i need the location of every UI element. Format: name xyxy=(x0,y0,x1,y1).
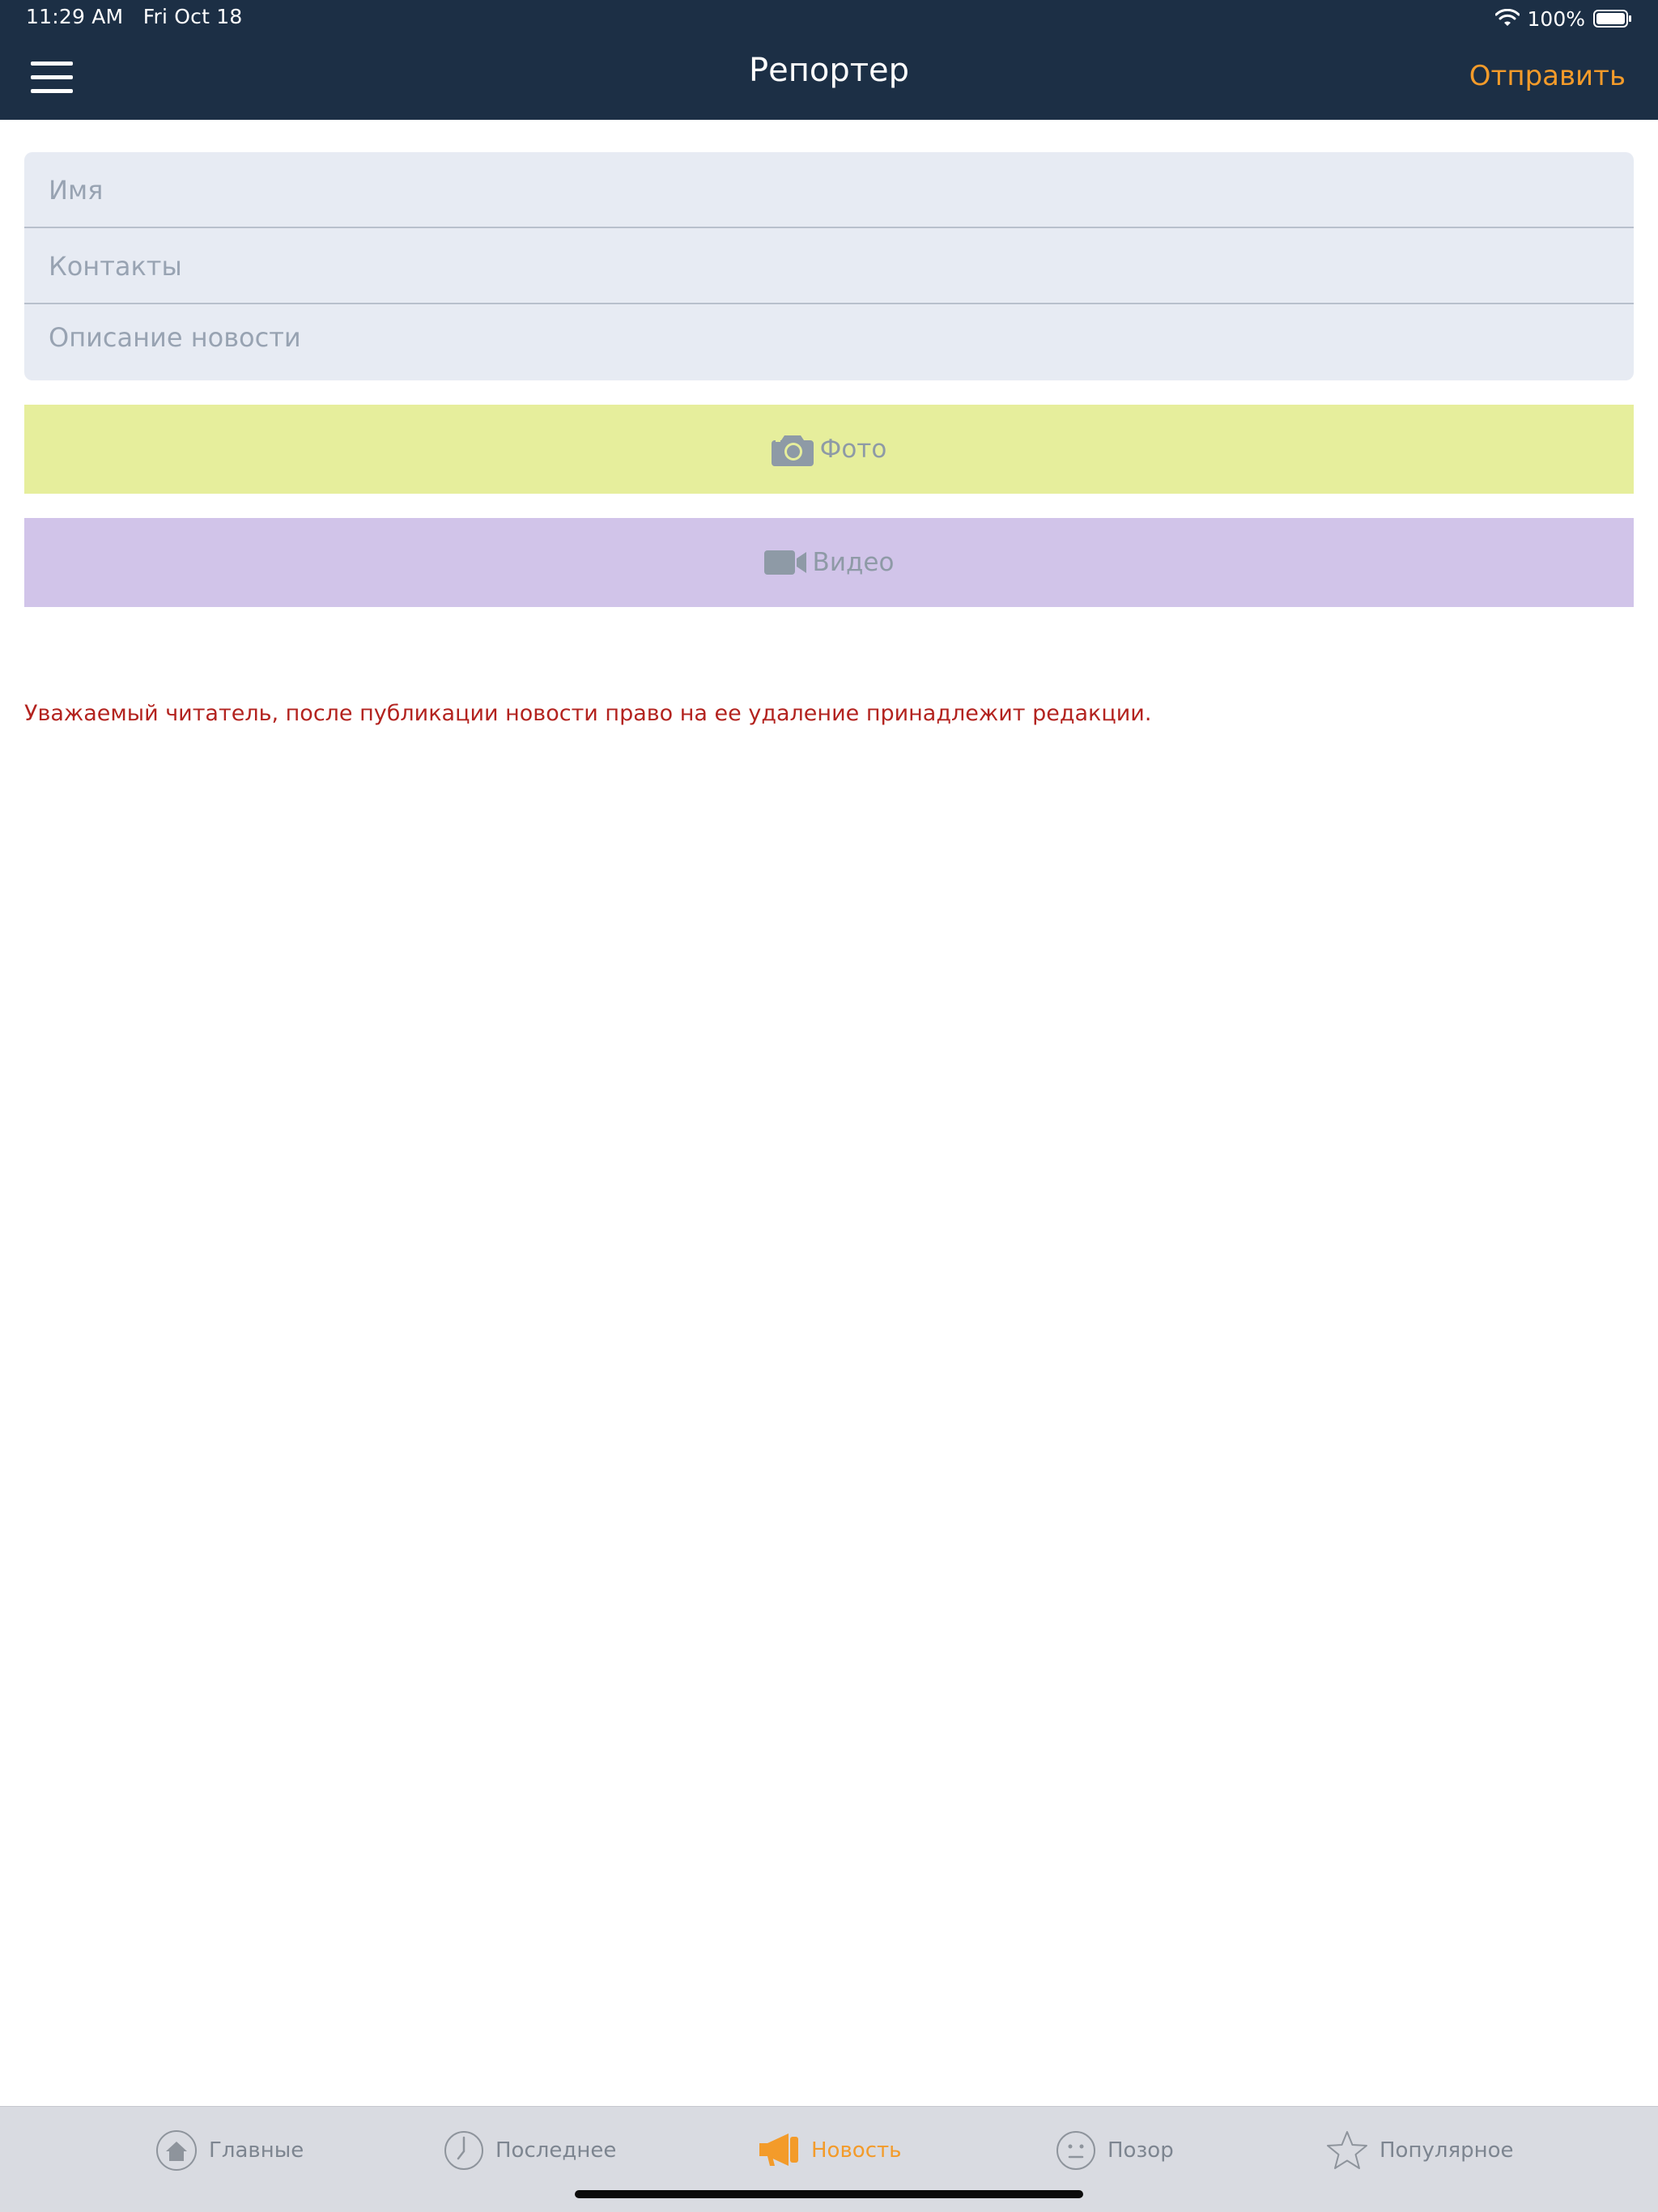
deletion-notice: Уважаемый читатель, после публикации нов… xyxy=(24,701,1152,726)
tab-popular[interactable]: Популярное xyxy=(1326,2128,1514,2173)
tab-latest[interactable]: Последнее xyxy=(444,2128,616,2173)
tab-home[interactable]: Главные xyxy=(155,2128,304,2173)
tab-label: Популярное xyxy=(1380,2138,1514,2163)
video-camera-icon xyxy=(763,550,806,575)
navigation-bar: 11:29 AM Fri Oct 18 100% Репортер Отправ… xyxy=(0,0,1658,120)
page-title: Репортер xyxy=(748,52,910,89)
tab-shame[interactable]: Позор xyxy=(1056,2128,1174,2173)
hamburger-line xyxy=(31,89,73,93)
tab-label: Главные xyxy=(209,2138,304,2163)
send-button[interactable]: Отправить xyxy=(1469,60,1626,92)
description-field[interactable]: Описание новости xyxy=(24,322,1634,353)
status-time: 11:29 AM Fri Oct 18 xyxy=(26,5,242,28)
battery-icon xyxy=(1593,10,1631,28)
neutral-face-icon xyxy=(1056,2131,1095,2170)
video-button-label: Видео xyxy=(812,548,895,577)
home-indicator xyxy=(575,2190,1083,2198)
camera-icon xyxy=(771,435,814,466)
tab-news[interactable]: Новость xyxy=(758,2128,901,2173)
photo-button[interactable]: Фото xyxy=(24,405,1634,494)
tab-label: Новость xyxy=(811,2138,902,2163)
photo-button-label: Фото xyxy=(819,435,887,464)
status-time-text: 11:29 AM xyxy=(26,5,124,28)
report-form: Имя Контакты Описание новости xyxy=(24,152,1634,380)
wifi-icon xyxy=(1494,9,1520,26)
battery-percent: 100% xyxy=(1527,6,1585,31)
tab-label: Последнее xyxy=(495,2138,617,2163)
clock-icon xyxy=(444,2131,483,2170)
status-date-text: Fri Oct 18 xyxy=(142,5,243,28)
video-button[interactable]: Видео xyxy=(24,518,1634,607)
status-indicators: 100% xyxy=(1494,5,1632,32)
star-icon xyxy=(1327,2131,1367,2169)
tab-label: Позор xyxy=(1107,2138,1174,2163)
home-icon xyxy=(156,2130,197,2171)
field-divider xyxy=(24,303,1634,304)
field-divider xyxy=(24,227,1634,228)
contacts-field[interactable]: Контакты xyxy=(24,251,1634,282)
megaphone-icon xyxy=(759,2133,798,2166)
name-field[interactable]: Имя xyxy=(24,175,1634,206)
